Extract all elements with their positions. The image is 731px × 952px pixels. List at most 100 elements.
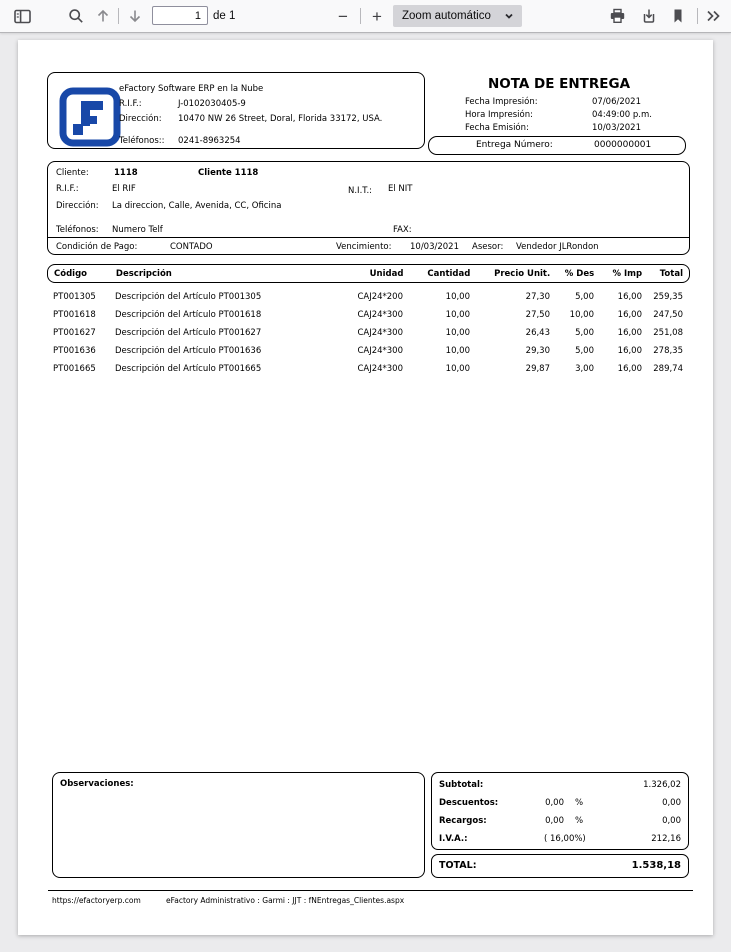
surcharges-pct: 0,00 [545,816,564,826]
table-cell: Descripción del Artículo PT001627 [115,328,262,338]
toolbar-divider [697,8,698,24]
page-number-input[interactable] [152,6,208,25]
zoom-out-button[interactable]: − [330,3,356,29]
previous-page-button[interactable] [90,3,116,29]
table-body: PT001305 Descripción del Artículo PT00130… [47,288,690,378]
advisor: Vendedor JLRondon [516,242,599,252]
table-cell: 5,00 [575,346,594,356]
delivery-number-label: Entrega Número: [476,140,553,150]
advisor-label: Asesor: [472,242,504,252]
pdf-toolbar: de 1 − + Zoom automático [0,0,731,33]
table-row: PT001665 Descripción del Artículo PT00166… [47,360,690,378]
bookmark-icon [671,8,685,24]
client-label: Cliente: [56,168,89,178]
table-header-row: Código Descripción Unidad Cantidad Precio Un… [48,265,689,282]
table-cell: 10,00 [445,346,470,356]
toolbar-divider [360,8,361,24]
totals-box: Subtotal: 1.326,02 Descuentos: 0,00 % 0,… [431,772,689,850]
table-cell: 247,50 [653,310,683,320]
client-nit-label: N.I.T.: [348,186,373,196]
pdf-scroll-area[interactable]: eFactory Software ERP en la Nube R.I.F.:… [0,33,731,952]
table-cell: CAJ24*300 [357,346,403,356]
table-row: PT001618 Descripción del Artículo PT00161… [47,306,690,324]
current-view-bookmark-button[interactable] [665,3,691,29]
table-cell: Descripción del Artículo PT001305 [115,292,262,302]
company-rif-label: R.I.F.: [119,99,142,109]
table-cell: 29,30 [525,346,550,356]
printer-icon [609,8,626,24]
footer-info: eFactory Administrativo : Garmi : JJT : … [166,896,405,905]
column-header: Total [659,269,683,279]
save-download-button[interactable] [636,3,662,29]
surcharges-value: 0,00 [662,816,681,826]
table-cell: CAJ24*300 [357,328,403,338]
vat-label: I.V.A.: [439,834,468,844]
table-cell: PT001665 [53,364,96,374]
toggle-sidebar-button[interactable] [9,3,35,29]
table-cell: 26,43 [525,328,550,338]
table-cell: 29,87 [525,364,550,374]
minus-icon: − [338,6,348,26]
table-cell: CAJ24*300 [357,310,403,320]
client-address: La direccion, Calle, Avenida, CC, Oficin… [112,201,282,211]
issue-date: 10/03/2021 [592,123,641,133]
arrow-up-icon [95,8,111,24]
column-header: % Imp [612,269,643,279]
observations-label: Observaciones: [60,779,134,789]
plus-icon: + [372,6,382,26]
table-cell: 27,50 [525,310,550,320]
client-box-divider [48,237,689,238]
total-label: TOTAL: [439,860,477,871]
pdf-viewer-app: { "toolbar": { "page_input": "1", "page_… [0,0,731,952]
company-phones-label: Teléfonos:: [119,136,165,146]
page-count-label: de 1 [213,10,236,22]
table-cell: CAJ24*300 [357,364,403,374]
table-cell: 289,74 [653,364,683,374]
chevron-down-icon [505,13,513,19]
footer-url: https://efactoryerp.com [52,896,141,905]
client-rif-label: R.I.F.: [56,184,79,194]
pdf-page: eFactory Software ERP en la Nube R.I.F.:… [18,40,713,935]
table-cell: 10,00 [569,310,594,320]
vat-value: 212,16 [651,834,681,844]
grand-total-box: TOTAL: 1.538,18 [431,854,689,878]
company-address: 10470 NW 26 Street, Doral, Florida 33172… [178,114,383,124]
client-code: 1118 [114,168,138,178]
company-rif: J-0102030405-9 [178,99,246,109]
delivery-number-box: Entrega Número: 0000000001 [428,136,686,155]
table-cell: 27,30 [525,292,550,302]
download-icon [641,8,657,24]
next-page-button[interactable] [122,3,148,29]
table-row: PT001305 Descripción del Artículo PT00130… [47,288,690,306]
document-title: NOTA DE ENTREGA [487,76,631,92]
total-value: 1.538,18 [631,860,681,871]
efactory-logo-icon [59,87,121,150]
table-cell: 16,00 [617,328,642,338]
column-header: % Des [564,269,595,279]
zoom-in-button[interactable]: + [364,3,390,29]
find-button[interactable] [63,3,89,29]
table-cell: PT001627 [53,328,96,338]
client-rif: El RIF [112,184,136,194]
percent-sign: % [575,798,584,808]
payment-terms-label: Condición de Pago: [56,242,138,252]
print-button[interactable] [604,3,630,29]
items-table-header-box: Código Descripción Unidad Cantidad Precio Un… [47,264,690,283]
table-cell: 10,00 [445,292,470,302]
table-cell: 16,00 [617,310,642,320]
zoom-select-dropdown[interactable]: Zoom automático [393,5,522,27]
table-cell: 3,00 [575,364,594,374]
print-time-label: Hora Impresión: [465,110,533,120]
discounts-value: 0,00 [662,798,681,808]
client-phones-label: Teléfonos: [56,225,99,235]
sidebar-toggle-icon [13,9,31,24]
delivery-number: 0000000001 [594,140,652,150]
more-tools-button[interactable] [700,3,726,29]
client-address-label: Dirección: [56,201,99,211]
print-date-label: Fecha Impresión: [465,97,538,107]
table-cell: Descripción del Artículo PT001665 [115,364,262,374]
table-cell: 10,00 [445,328,470,338]
client-name: Cliente 1118 [198,168,259,178]
column-header: Código [54,269,87,279]
discounts-label: Descuentos: [439,798,499,808]
